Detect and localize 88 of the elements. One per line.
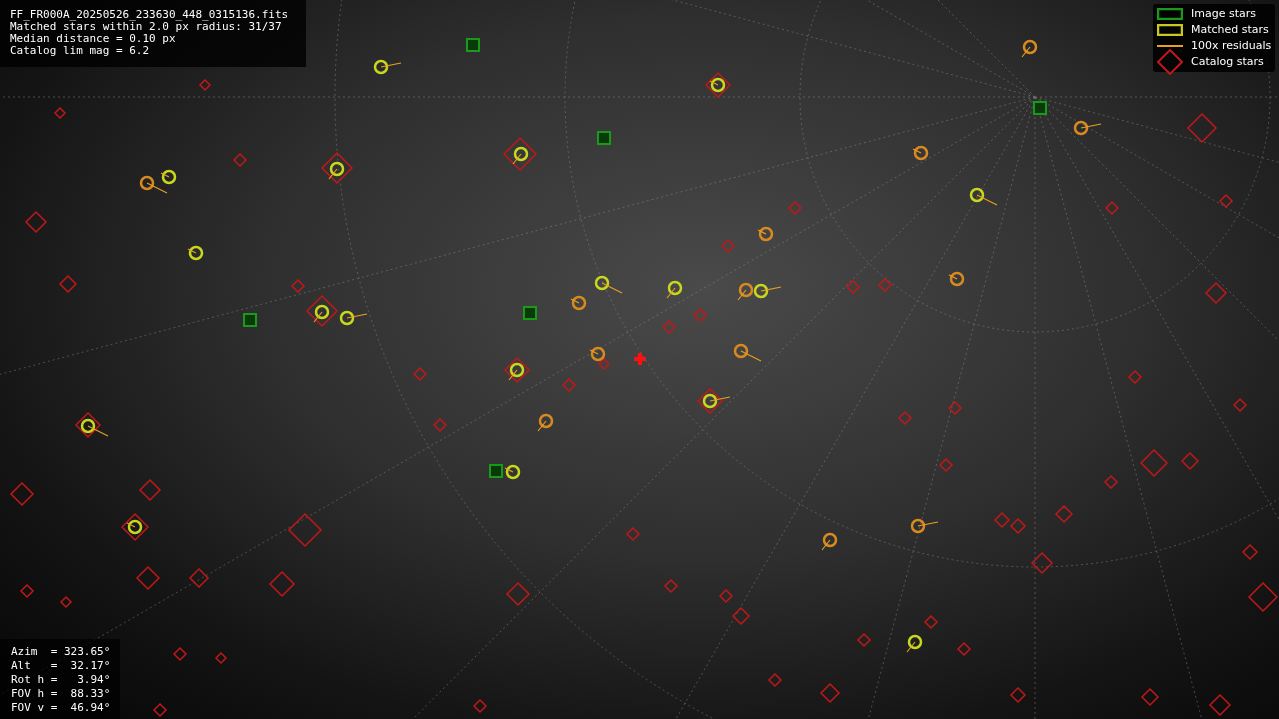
legend-label: Image stars (1191, 5, 1256, 22)
catalog-star-marker (877, 277, 893, 293)
catalog-star-marker (856, 632, 872, 648)
catalog-star-marker (135, 565, 161, 591)
info-text: Catalog lim mag = 6.2 (10, 45, 151, 57)
catalog-star-marker (720, 238, 736, 254)
info-text: Rot h = 3.94° (11, 673, 112, 687)
catalog-star-marker (19, 583, 35, 599)
catalog-star-marker (923, 614, 939, 630)
catalog-star-marker (502, 136, 538, 172)
catalog-star-marker (268, 570, 296, 598)
catalog-star-marker (1139, 448, 1169, 478)
center-cross-icon (634, 353, 646, 365)
catalog-star-marker (819, 682, 841, 704)
catalog-star-marker (505, 581, 531, 607)
catalog-star-marker (172, 646, 188, 662)
catalog-star-marker (1140, 687, 1160, 707)
matched-star-marker (1073, 120, 1102, 136)
catalog-star-marker (561, 377, 577, 393)
matched-star-marker (373, 59, 402, 75)
catalog-star-marker (1103, 474, 1119, 490)
catalog-star-marker (58, 274, 78, 294)
info-text: Matched stars within 2.0 px radius: 31/37 (10, 21, 282, 33)
catalog-star-marker (53, 106, 67, 120)
catalog-star-marker (1241, 543, 1259, 561)
matched-star-marker (594, 275, 623, 294)
catalog-star-marker (663, 578, 679, 594)
catalog-star-marker (432, 417, 448, 433)
matched-star-marker (339, 310, 368, 326)
catalog-star-marker (214, 651, 228, 665)
catalog-star-marker (993, 511, 1011, 529)
legend-label: Matched stars (1191, 21, 1269, 38)
catalog-star-marker (503, 356, 531, 384)
catalog-star-marker (1247, 581, 1279, 613)
catalog-star-marker (1186, 112, 1218, 144)
info-text: Azim = 323.65° (11, 645, 112, 659)
catalog-star-marker (74, 411, 102, 439)
catalog-star-marker (956, 641, 972, 657)
matched-star-marker (702, 393, 731, 409)
catalog-star-marker (938, 457, 954, 473)
matched-star-marker (969, 187, 998, 206)
info-text: FOV v = 46.94° (11, 701, 112, 715)
catalog-star-marker (1030, 551, 1054, 575)
matched-star-marker (910, 518, 939, 534)
legend-label: Catalog stars (1191, 53, 1264, 70)
catalog-star-marker (320, 151, 354, 185)
matched-star-marker (733, 343, 762, 362)
catalog-star-marker (897, 410, 913, 426)
info-text: Alt = 32.17° (11, 659, 112, 673)
catalog-star-marker (1009, 517, 1027, 535)
catalog-star-marker (1054, 504, 1074, 524)
matched-star-marker (80, 418, 109, 437)
catalog-star-marker (947, 400, 963, 416)
legend-label: 100x residuals (1191, 37, 1272, 54)
catalog-star-marker (731, 606, 751, 626)
catalog-star-marker (9, 481, 35, 507)
catalog-star-marker (704, 71, 732, 99)
catalog-star-marker (232, 152, 248, 168)
catalog-star-marker (287, 512, 323, 548)
catalog-star-marker (188, 567, 210, 589)
catalog-star-marker (412, 366, 428, 382)
catalog-star-marker (1104, 200, 1120, 216)
catalog-star-marker (597, 357, 611, 371)
info-text: FF_FR000A_20250526_233630_448_0315136.fits (10, 9, 290, 21)
catalog-star-marker (120, 512, 150, 542)
catalog-star-marker (1232, 397, 1248, 413)
catalog-star-marker (845, 279, 861, 295)
catalog-star-marker (1009, 686, 1027, 704)
info-text: FOV h = 88.33° (11, 687, 112, 701)
catalog-star-marker (138, 478, 162, 502)
catalog-star-marker (24, 210, 48, 234)
catalog-star-marker (696, 387, 724, 415)
catalog-star-marker (198, 78, 212, 92)
catalog-star-marker (1204, 281, 1228, 305)
catalog-star-marker (1180, 451, 1200, 471)
catalog-star-marker (787, 200, 803, 216)
catalog-star-marker (625, 526, 641, 542)
catalog-star-marker (692, 307, 708, 323)
catalog-star-marker (661, 319, 677, 335)
catalog-star-marker (718, 588, 734, 604)
catalog-star-marker (472, 698, 488, 714)
catalog-star-marker (1127, 369, 1143, 385)
catalog-star-marker (1218, 193, 1234, 209)
catalog-star-marker (767, 672, 783, 688)
catalog-star-marker (1208, 693, 1232, 717)
info-text: Median distance = 0.10 px (10, 33, 177, 45)
catalog-star-marker (59, 595, 73, 609)
catalog-star-marker (152, 702, 168, 718)
